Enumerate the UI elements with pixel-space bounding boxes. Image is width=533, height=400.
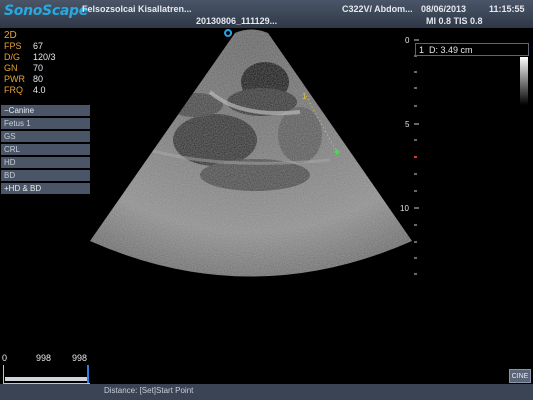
status-text: Distance: [Set]Start Point [104, 386, 194, 395]
cine-current: 998 [36, 353, 52, 363]
cine-cursor[interactable] [87, 365, 89, 383]
cine-progress-bar [5, 377, 87, 381]
ultrasound-image-area[interactable]: 1 [0, 0, 533, 400]
measurement-value: D: 3.49 cm [429, 45, 473, 55]
cine-track [3, 365, 90, 384]
grayscale-bar [520, 57, 528, 105]
depth-scale [414, 39, 419, 275]
status-bar [0, 384, 533, 400]
depth-label-5: 5 [405, 120, 410, 129]
measurement-index: 1 [419, 45, 425, 55]
cine-start: 0 [2, 353, 8, 363]
scan-sector [90, 29, 412, 277]
depth-label-10: 10 [400, 204, 409, 213]
measurement-result: 1 D: 3.49 cm [415, 43, 529, 56]
probe-orientation-icon [224, 29, 233, 37]
cine-end: 998 [72, 353, 88, 363]
depth-label-0: 0 [405, 36, 410, 45]
cine-button[interactable]: CINE [509, 369, 531, 383]
caliper-start-marker[interactable]: 1 [302, 92, 307, 101]
